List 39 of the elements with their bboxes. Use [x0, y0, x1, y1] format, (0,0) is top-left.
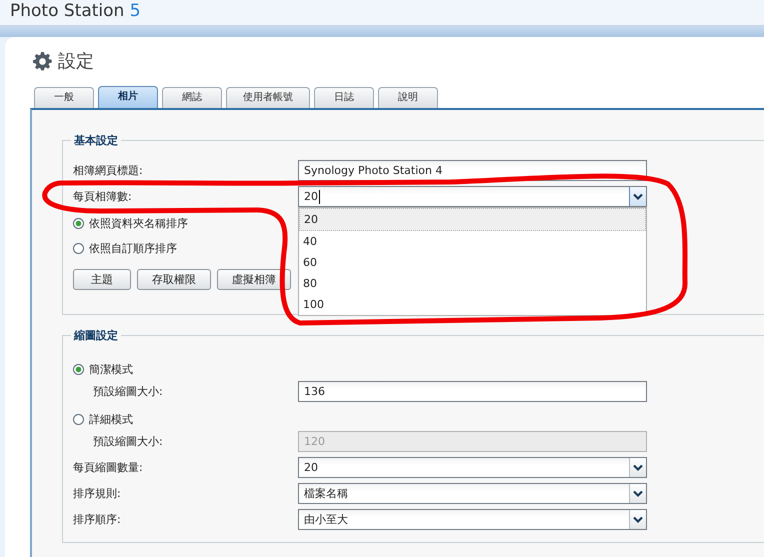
- tab[interactable]: 網誌: [162, 87, 222, 108]
- tab[interactable]: 相片: [98, 86, 158, 108]
- field-label: 預設縮圖大小:: [92, 385, 164, 398]
- dropdown[interactable]: 20: [298, 457, 647, 478]
- dropdown[interactable]: 檔案名稱: [298, 483, 647, 504]
- radio-button[interactable]: [73, 242, 84, 254]
- dropdown-option[interactable]: 80: [299, 273, 646, 294]
- radio-button[interactable]: [73, 414, 84, 424]
- radio-button[interactable]: [73, 364, 84, 374]
- tab[interactable]: 日誌: [314, 87, 374, 108]
- app-title: Photo Station 5: [10, 0, 141, 22]
- field-label: 預設縮圖大小:: [92, 435, 164, 448]
- tab[interactable]: 一般: [34, 87, 94, 108]
- tab[interactable]: 使用者帳號: [226, 87, 310, 108]
- radio-button[interactable]: [73, 218, 84, 228]
- section-title: 縮圖設定: [71, 328, 121, 343]
- text-cursor: [319, 190, 320, 204]
- dropdown-option[interactable]: 60: [299, 252, 646, 273]
- page-title: 設定: [58, 50, 94, 73]
- radio-label: 依照資料夾名稱排序: [89, 216, 188, 230]
- dropdown-option[interactable]: 100: [299, 294, 646, 315]
- field-label: 排序規則:: [73, 487, 122, 500]
- settings-icon: [33, 52, 52, 70]
- button[interactable]: 存取權限: [137, 269, 211, 290]
- field-label: 每頁縮圖數量:: [73, 461, 144, 474]
- button[interactable]: 虛擬相簿: [217, 269, 291, 290]
- field-label: 每頁相簿數:: [73, 190, 133, 203]
- radio-label: 簡潔模式: [89, 362, 133, 376]
- field-label: 排序順序:: [73, 513, 122, 526]
- input-field[interactable]: 136: [298, 381, 647, 402]
- dropdown-option[interactable]: 40: [299, 231, 646, 252]
- section-title: 基本設定: [71, 133, 121, 148]
- radio-label: 依照自訂順序排序: [89, 240, 177, 256]
- dropdown-option[interactable]: 20: [299, 208, 646, 231]
- radio-label: 詳細模式: [89, 412, 133, 426]
- button[interactable]: 主題: [73, 269, 131, 290]
- dropdown[interactable]: 由小至大: [298, 509, 647, 530]
- tab[interactable]: 說明: [378, 87, 438, 108]
- field-label: 相簿網頁標題:: [73, 164, 144, 177]
